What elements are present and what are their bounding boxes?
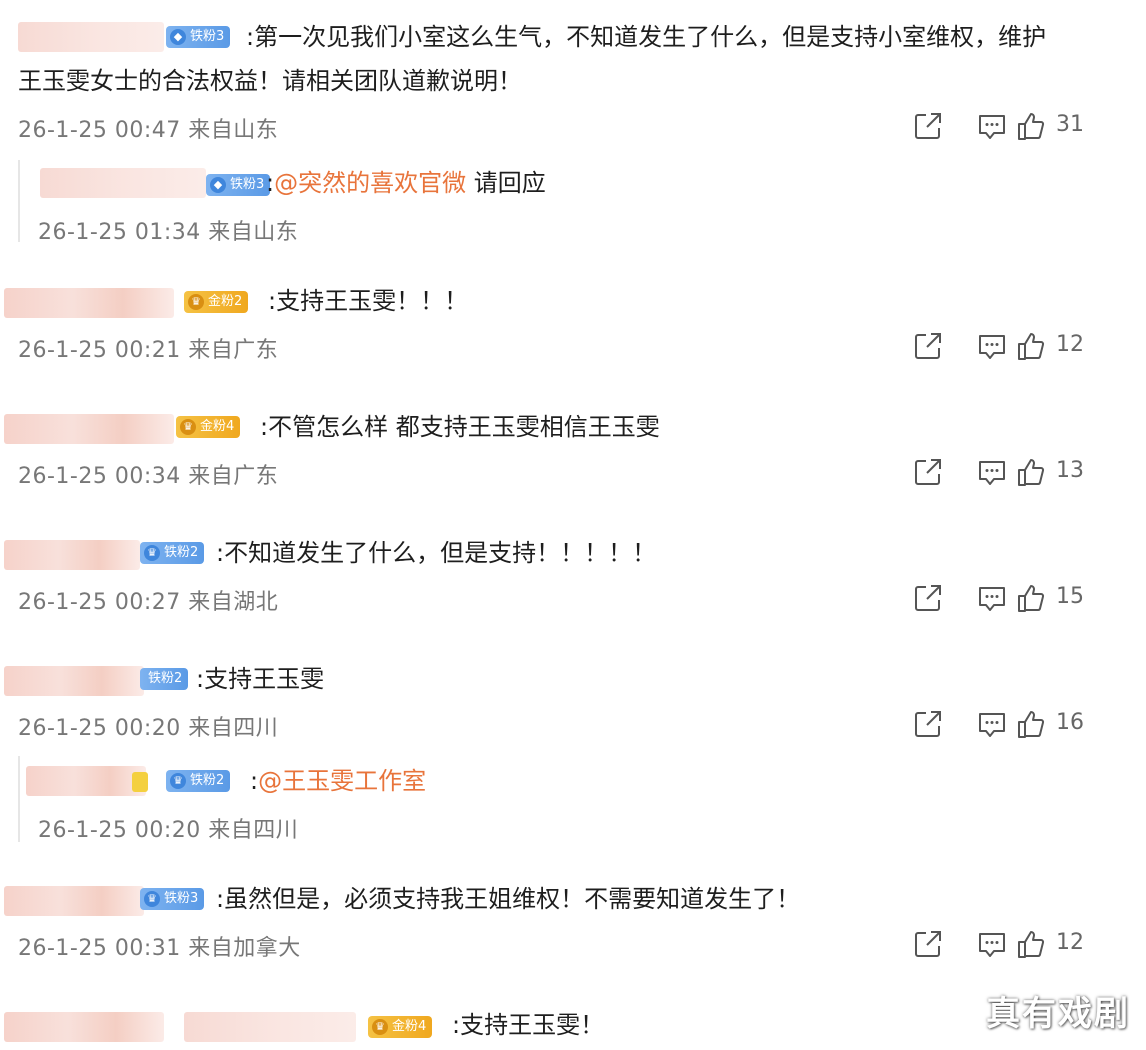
reply-item: ♛ 铁粉2 :@王玉雯工作室 26-1-25 00:20 来自四川 <box>18 756 1120 844</box>
like-count: 16 <box>1056 710 1084 735</box>
timestamp: 26-1-25 00:31 <box>18 936 181 961</box>
like-count: 12 <box>1056 332 1084 357</box>
fan-badge[interactable]: ♛ 铁粉2 <box>140 542 205 564</box>
comment-meta: 26-1-25 00:21 来自广东 <box>18 332 278 364</box>
username-redacted <box>184 1012 356 1042</box>
thumbs-up-icon[interactable] <box>1016 456 1046 490</box>
mention-link[interactable]: @突然的喜欢官微 <box>274 169 466 197</box>
comment-icon[interactable] <box>976 110 1008 144</box>
like-count: 15 <box>1056 584 1084 609</box>
comment-meta: 26-1-25 00:20 来自四川 <box>18 710 278 742</box>
comment-actions: 31 <box>900 110 1140 144</box>
fan-badge[interactable]: ♛ 铁粉3 <box>140 888 205 910</box>
username-redacted[interactable] <box>26 766 146 796</box>
comment-actions: 15 <box>900 582 1140 616</box>
comment-icon[interactable] <box>976 708 1008 742</box>
location: 来自山东 <box>188 118 279 143</box>
fan-badge[interactable]: ◆ 铁粉3 <box>166 26 231 48</box>
crown-icon: ♛ <box>372 1019 388 1035</box>
comment-icon[interactable] <box>976 330 1008 364</box>
thumbs-up-icon[interactable] <box>1016 928 1046 962</box>
thumbs-up-icon[interactable] <box>1016 110 1046 144</box>
timestamp: 26-1-25 01:34 <box>38 220 201 245</box>
mention-link[interactable]: @王玉雯工作室 <box>258 767 426 795</box>
comment-text: :支持王玉雯！！！ <box>268 287 469 315</box>
user-tag <box>132 772 148 792</box>
timestamp: 26-1-25 00:27 <box>18 590 181 615</box>
reply-meta: 26-1-25 00:20 来自四川 <box>38 812 298 844</box>
username-redacted[interactable] <box>18 22 164 52</box>
fan-badge[interactable]: ♛ 金粉2 <box>184 291 249 313</box>
comment-text: :第一次见我们小室这么生气，不知道发生了什么，但是支持小室维权，维护 <box>246 23 1047 51</box>
comment-text-continued: 王玉雯女士的合法权益！请相关团队道歉说明！ <box>18 67 522 95</box>
comment-icon[interactable] <box>976 928 1008 962</box>
thumbs-up-icon[interactable] <box>1016 708 1046 742</box>
fan-badge[interactable]: ♛ 金粉4 <box>176 416 241 438</box>
share-icon[interactable] <box>912 330 944 364</box>
fan-badge[interactable]: ♛ 金粉4 <box>368 1016 433 1038</box>
comment-text: :支持王玉雯 <box>196 665 325 693</box>
comment-meta: 26-1-25 00:27 来自湖北 <box>18 584 278 616</box>
comment-meta: 26-1-25 00:47 来自山东 <box>18 112 278 144</box>
reply-text: :@突然的喜欢官微 请回应 <box>266 169 546 197</box>
share-icon[interactable] <box>912 582 944 616</box>
comment-meta: 26-1-25 00:34 来自广东 <box>18 458 278 490</box>
username-redacted[interactable] <box>4 540 140 570</box>
timestamp: 26-1-25 00:34 <box>18 464 181 489</box>
fan-badge[interactable]: ◆ 铁粉3 <box>206 174 271 196</box>
share-icon[interactable] <box>912 928 944 962</box>
timestamp: 26-1-25 00:47 <box>18 118 181 143</box>
location: 来自广东 <box>188 338 279 363</box>
share-icon[interactable] <box>912 708 944 742</box>
comment-text: :虽然但是，必须支持我王姐维权！不需要知道发生了！ <box>216 885 801 913</box>
diamond-icon: ◆ <box>210 177 226 193</box>
comment-actions: 13 <box>900 456 1140 490</box>
reply-meta: 26-1-25 01:34 来自山东 <box>38 214 298 246</box>
crown-icon: ♛ <box>170 773 186 789</box>
thumbs-up-icon[interactable] <box>1016 582 1046 616</box>
crown-icon: ♛ <box>180 419 196 435</box>
location: 来自广东 <box>188 464 279 489</box>
location: 来自山东 <box>208 220 299 245</box>
share-icon[interactable] <box>912 110 944 144</box>
timestamp: 26-1-25 00:20 <box>38 818 201 843</box>
like-count: 13 <box>1056 458 1084 483</box>
comment-icon[interactable] <box>976 582 1008 616</box>
watermark: 真有戏剧 <box>986 994 1130 1034</box>
username-redacted[interactable] <box>4 414 174 444</box>
location: 来自湖北 <box>188 590 279 615</box>
thumbs-up-icon[interactable] <box>1016 330 1046 364</box>
username-redacted[interactable] <box>4 666 144 696</box>
location: 来自四川 <box>208 818 299 843</box>
username-redacted[interactable] <box>4 886 144 916</box>
like-count: 12 <box>1056 930 1084 955</box>
username-redacted[interactable] <box>40 168 206 198</box>
fan-badge[interactable]: ♛ 铁粉2 <box>166 770 231 792</box>
username-redacted[interactable] <box>4 1012 164 1042</box>
crown-icon: ♛ <box>144 545 160 561</box>
diamond-icon: ◆ <box>170 29 186 45</box>
comment-actions: 16 <box>900 708 1140 742</box>
timestamp: 26-1-25 00:21 <box>18 338 181 363</box>
comment-actions: 12 <box>900 330 1140 364</box>
like-count: 31 <box>1056 112 1084 137</box>
fan-badge[interactable]: 铁粉2 <box>140 668 189 690</box>
crown-icon: ♛ <box>188 294 204 310</box>
comment-text: :支持王玉雯！ <box>452 1011 605 1039</box>
comment-actions: 12 <box>900 928 1140 962</box>
comment-meta: 26-1-25 00:31 来自加拿大 <box>18 930 301 962</box>
reply-text: :@王玉雯工作室 <box>250 767 427 795</box>
comment-icon[interactable] <box>976 456 1008 490</box>
location: 来自加拿大 <box>188 936 301 961</box>
crown-icon: ♛ <box>144 891 160 907</box>
timestamp: 26-1-25 00:20 <box>18 716 181 741</box>
share-icon[interactable] <box>912 456 944 490</box>
username-redacted[interactable] <box>4 288 174 318</box>
comment-text: :不知道发生了什么，但是支持！！！！！ <box>216 539 657 567</box>
comment-text: :不管怎么样 都支持王玉雯相信王玉雯 <box>260 413 660 441</box>
reply-item: ◆ 铁粉3 :@突然的喜欢官微 请回应 26-1-25 01:34 来自山东 <box>18 160 1120 245</box>
location: 来自四川 <box>188 716 279 741</box>
